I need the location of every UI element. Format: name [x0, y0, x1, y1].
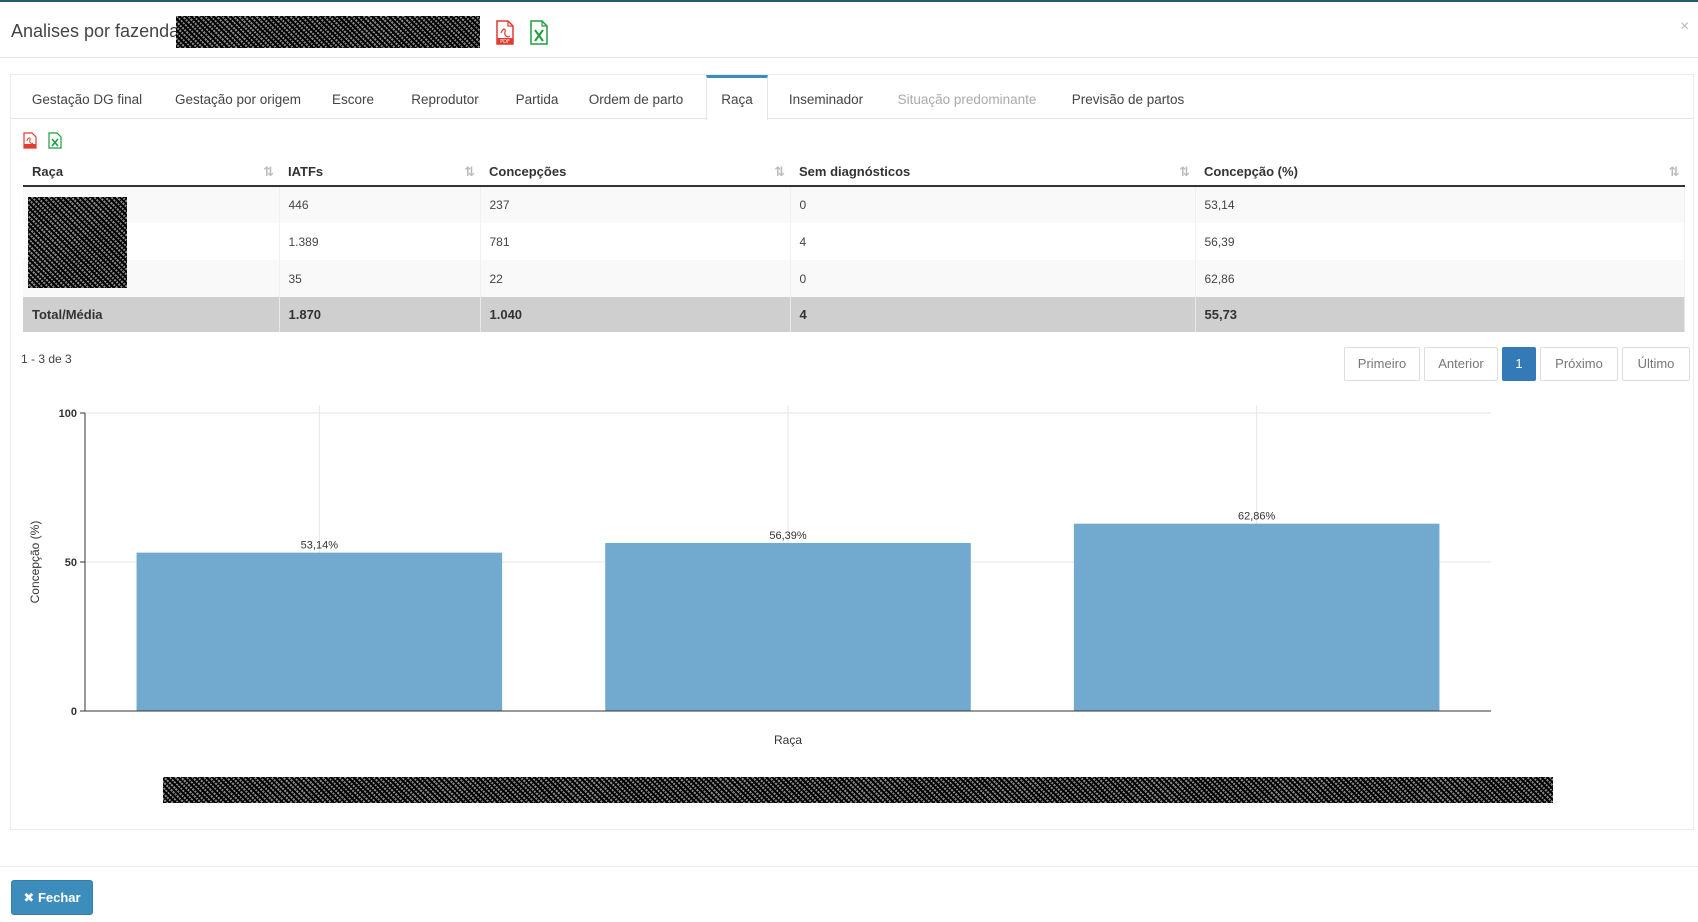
table-header-row: Raça ⇅ IATFs ⇅ Concepções ⇅ Sem diagnóstico… — [23, 157, 1685, 187]
fechar-label: Fechar — [37, 890, 81, 905]
column-header-concepcoes[interactable]: Concepções ⇅ — [480, 157, 790, 187]
farm-name-redacted — [176, 16, 480, 48]
bar-data-label: 56,39% — [769, 530, 807, 542]
y-tick-label: 100 — [59, 408, 77, 420]
bar[interactable] — [1073, 523, 1440, 711]
tab-reprodutor[interactable]: Reprodutor — [395, 75, 495, 119]
x-axis-categories-redacted — [163, 777, 1553, 803]
export-excel-icon[interactable] — [48, 132, 62, 149]
cell-sem-diagnosticos: 4 — [790, 223, 1196, 260]
sort-icon[interactable]: ⇅ — [774, 164, 785, 180]
total-sem-diagnosticos: 4 — [790, 297, 1196, 332]
cell-concepcao: 53,14 — [1195, 186, 1685, 223]
cell-concepcao: 62,86 — [1195, 260, 1685, 297]
pagination-info: 1 - 3 de 3 — [21, 352, 72, 366]
page-prev-button[interactable]: Anterior — [1424, 347, 1498, 381]
sort-icon[interactable]: ⇅ — [263, 164, 274, 180]
cell-concepcoes: 237 — [480, 186, 791, 223]
tab-ordem-de-parto[interactable]: Ordem de parto — [581, 75, 691, 119]
cell-concepcao: 56,39 — [1195, 223, 1685, 260]
pdf-file-icon[interactable]: PDF — [495, 20, 515, 45]
column-header-sem-diagnosticos[interactable]: Sem diagnósticos ⇅ — [790, 157, 1195, 187]
bar-data-label: 62,86% — [1238, 511, 1276, 523]
cell-iatfs: 1.389 — [279, 223, 481, 260]
times-icon: ✖ — [23, 890, 38, 905]
cell-concepcoes: 781 — [480, 223, 791, 260]
concepcao-bar-chart: 53,14%56,39%62,86% 050100 Concepção (%) … — [28, 405, 1491, 747]
tab-situacao-predominante[interactable]: Situação predominante — [887, 75, 1047, 119]
total-concepcao: 55,73 — [1195, 297, 1685, 332]
cell-iatfs: 35 — [279, 260, 481, 297]
cell-concepcoes: 22 — [480, 260, 791, 297]
table-row: 35 22 0 62,86 — [23, 260, 1685, 297]
sort-icon[interactable]: ⇅ — [1179, 164, 1190, 180]
excel-file-icon[interactable] — [529, 20, 549, 45]
column-label: IATFs — [288, 163, 324, 179]
page-first-button[interactable]: Primeiro — [1344, 347, 1420, 381]
table-total-row: Total/Média 1.870 1.040 4 55,73 — [23, 297, 1685, 332]
cell-sem-diagnosticos: 0 — [790, 260, 1196, 297]
tab-raca[interactable]: Raça — [706, 75, 768, 120]
export-pdf-icon[interactable] — [23, 132, 37, 149]
tab-bar: Gestação DG final Gestação por origem Es… — [11, 75, 1693, 120]
tab-previsao-de-partos[interactable]: Previsão de partos — [1063, 75, 1193, 119]
bar[interactable] — [605, 542, 971, 711]
column-header-raca[interactable]: Raça ⇅ — [23, 157, 279, 187]
fechar-button[interactable]: ✖ Fechar — [11, 880, 93, 915]
raca-table: Raça ⇅ IATFs ⇅ Concepções ⇅ Sem diagnóstico… — [23, 157, 1685, 332]
tab-escore[interactable]: Escore — [327, 75, 379, 119]
table-row: 446 237 0 53,14 — [23, 186, 1685, 223]
column-label: Sem diagnósticos — [799, 163, 911, 179]
column-header-concepcao[interactable]: Concepção (%) ⇅ — [1195, 157, 1685, 187]
page-next-button[interactable]: Próximo — [1540, 347, 1618, 381]
page-last-button[interactable]: Último — [1622, 347, 1690, 381]
cell-iatfs: 446 — [279, 186, 481, 223]
bar-data-label: 53,14% — [301, 540, 339, 552]
modal-title: Analises por fazendas — [11, 21, 189, 41]
tab-gestacao-por-origem[interactable]: Gestação por origem — [163, 75, 313, 119]
sort-icon[interactable]: ⇅ — [464, 164, 475, 180]
y-tick-label: 50 — [65, 557, 77, 569]
svg-text:PDF: PDF — [500, 39, 510, 45]
footer-divider — [0, 866, 1698, 867]
y-axis-label: Concepção (%) — [28, 521, 42, 604]
chart-bars — [136, 523, 1440, 711]
cell-sem-diagnosticos: 0 — [790, 186, 1196, 223]
x-axis-label: Raça — [774, 733, 802, 747]
sort-icon[interactable]: ⇅ — [1669, 164, 1680, 180]
column-header-iatfs[interactable]: IATFs ⇅ — [279, 157, 480, 187]
tab-inseminador[interactable]: Inseminador — [781, 75, 871, 119]
total-label: Total/Média — [23, 297, 280, 332]
close-icon[interactable]: × — [1680, 18, 1689, 36]
tab-gestacao-dg-final[interactable]: Gestação DG final — [25, 75, 149, 119]
analysis-panel: Gestação DG final Gestação por origem Es… — [10, 74, 1694, 830]
page-current-button[interactable]: 1 — [1502, 347, 1536, 381]
total-iatfs: 1.870 — [279, 297, 481, 332]
raca-names-redacted — [28, 197, 127, 288]
table-row: 1.389 781 4 56,39 — [23, 223, 1685, 260]
modal-header: Analises por fazendas PDF × — [0, 2, 1698, 58]
bar[interactable] — [136, 552, 503, 711]
column-label: Concepções — [489, 163, 567, 179]
column-label: Raça — [32, 163, 64, 179]
tab-partida[interactable]: Partida — [509, 75, 565, 119]
y-tick-label: 0 — [71, 706, 77, 718]
total-concepcoes: 1.040 — [480, 297, 791, 332]
column-label: Concepção (%) — [1204, 163, 1298, 179]
